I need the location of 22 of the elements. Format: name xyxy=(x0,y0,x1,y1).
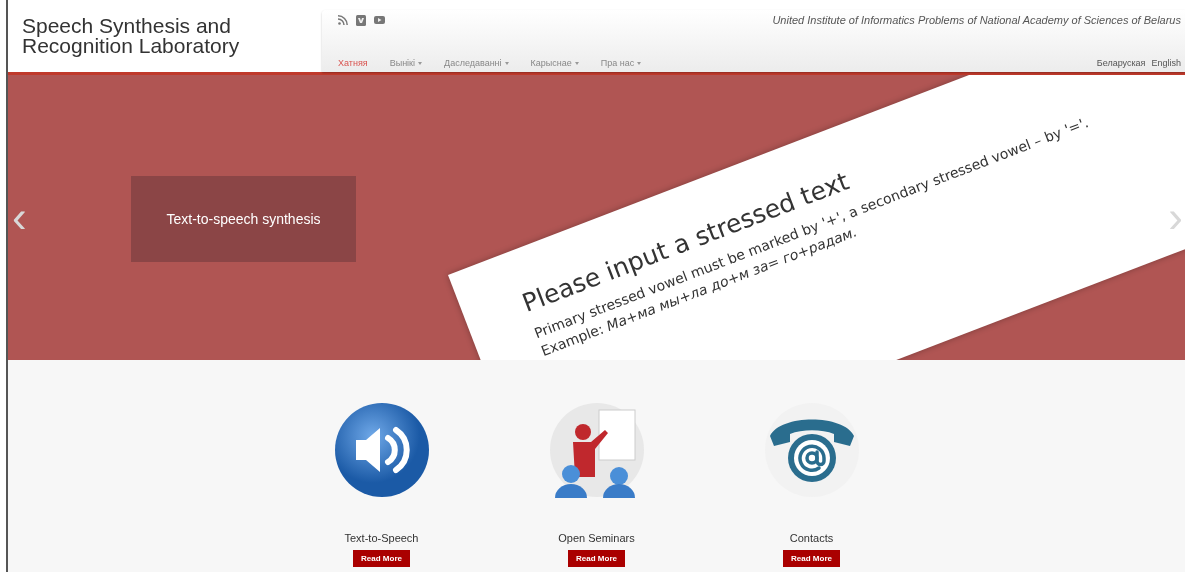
feature-title: Text-to-Speech xyxy=(344,532,419,544)
institute-name: United Institute of Informatics Problems of National Academy of Sciences of Belarus xyxy=(772,14,1181,26)
feature-title: Open Seminars xyxy=(558,532,635,544)
read-more-button[interactable]: Read More xyxy=(568,550,625,567)
menu-item[interactable]: Карыснае xyxy=(530,58,579,68)
site-title: Speech Synthesis and xyxy=(22,16,232,36)
vk-icon[interactable] xyxy=(356,14,366,26)
language-link[interactable]: English xyxy=(1151,58,1181,68)
read-more-button[interactable]: Read More xyxy=(353,550,410,567)
read-more-button[interactable]: Read More xyxy=(783,550,840,567)
slide-caption: Text-to-speech synthesis xyxy=(131,176,356,262)
previous-arrow[interactable]: ‹ xyxy=(12,195,27,239)
menu-item[interactable]: Даследаванні xyxy=(444,58,509,68)
language-link[interactable]: Беларуская xyxy=(1096,58,1146,68)
video-icon[interactable] xyxy=(374,16,385,24)
speaker-icon xyxy=(333,402,430,498)
rss-icon[interactable] xyxy=(338,15,348,25)
menu-item[interactable]: Пра нас xyxy=(600,58,642,68)
site-title: Recognition Laboratory xyxy=(22,36,241,56)
feature-title: Contacts xyxy=(789,532,834,544)
menu-item[interactable]: Вынікі xyxy=(389,58,423,68)
menu-item[interactable]: Хатняя xyxy=(338,58,368,68)
